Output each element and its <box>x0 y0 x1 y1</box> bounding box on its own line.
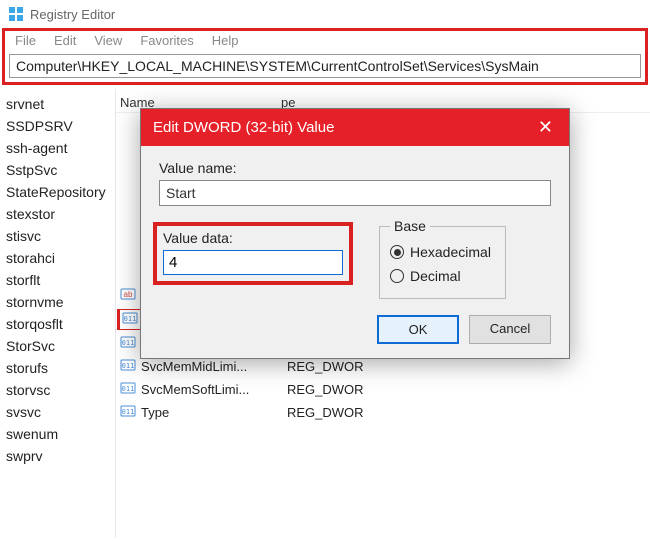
value-data-field[interactable] <box>163 250 343 275</box>
value-name-text: SvcMemSoftLimi... <box>141 382 249 397</box>
dialog-title: Edit DWORD (32-bit) Value <box>153 119 334 136</box>
dword-icon: 011 <box>120 403 136 422</box>
value-type-cell: REG_DWOR <box>287 405 377 420</box>
tree-item[interactable]: srvnet <box>6 93 109 115</box>
close-icon[interactable]: ✕ <box>534 117 557 138</box>
value-name-cell: 011 SvcMemSoftLimi... <box>116 380 281 399</box>
value-name-label: Value name: <box>159 160 551 176</box>
radio-hex[interactable]: Hexadecimal <box>390 240 491 264</box>
ok-button[interactable]: OK <box>377 315 459 344</box>
radio-dec[interactable]: Decimal <box>390 264 491 288</box>
tree-item[interactable]: ssh-agent <box>6 137 109 159</box>
svg-text:011: 011 <box>122 362 135 370</box>
svg-text:011: 011 <box>122 385 135 393</box>
radio-hex-label: Hexadecimal <box>410 244 491 260</box>
value-name-cell: 011 Type <box>116 403 281 422</box>
tree-item[interactable]: stexstor <box>6 203 109 225</box>
tree-item[interactable]: storufs <box>6 357 109 379</box>
dialog-titlebar[interactable]: Edit DWORD (32-bit) Value ✕ <box>141 109 569 146</box>
dword-icon: 011 <box>120 334 136 353</box>
tree-item[interactable]: swenum <box>6 423 109 445</box>
value-name-text: Type <box>141 405 169 420</box>
tree-item[interactable]: SstpSvc <box>6 159 109 181</box>
value-name-text: SvcMemMidLimi... <box>141 359 247 374</box>
dword-icon: 011 <box>122 310 138 329</box>
menu-edit[interactable]: Edit <box>52 33 78 48</box>
value-row[interactable]: 011 SvcMemSoftLimi... REG_DWOR <box>116 378 650 401</box>
tree-item[interactable]: stisvc <box>6 225 109 247</box>
value-type-cell: REG_DWOR <box>287 359 377 374</box>
tree-item[interactable]: StateRepository <box>6 181 109 203</box>
menubar: File Edit View Favorites Help <box>2 28 648 52</box>
tree-item[interactable]: storflt <box>6 269 109 291</box>
menu-favorites[interactable]: Favorites <box>138 33 195 48</box>
base-label: Base <box>390 218 430 234</box>
tree-item[interactable]: swprv <box>6 445 109 467</box>
radio-hex-input[interactable] <box>390 245 404 259</box>
value-name-field[interactable]: Start <box>159 180 551 206</box>
regedit-icon <box>8 6 24 22</box>
value-name-cell: 011 SvcMemMidLimi... <box>116 357 281 376</box>
window-titlebar: Registry Editor <box>0 0 650 28</box>
menu-file[interactable]: File <box>13 33 38 48</box>
edit-dword-dialog: Edit DWORD (32-bit) Value ✕ Value name: … <box>140 108 570 359</box>
string-icon: ab <box>120 286 136 305</box>
svg-text:011: 011 <box>124 315 137 323</box>
tree-item[interactable]: storahci <box>6 247 109 269</box>
base-group: Base Hexadecimal Decimal <box>379 218 506 299</box>
tree-item[interactable]: stornvme <box>6 291 109 313</box>
tree-item[interactable]: storvsc <box>6 379 109 401</box>
address-bar[interactable]: Computer\HKEY_LOCAL_MACHINE\SYSTEM\Curre… <box>9 54 641 78</box>
menu-view[interactable]: View <box>92 33 124 48</box>
tree-item[interactable]: SSDPSRV <box>6 115 109 137</box>
tree-item[interactable]: StorSvc <box>6 335 109 357</box>
dword-icon: 011 <box>120 357 136 376</box>
svg-text:011: 011 <box>122 408 135 416</box>
radio-dec-input[interactable] <box>390 269 404 283</box>
tree-pane[interactable]: srvnetSSDPSRVssh-agentSstpSvcStateReposi… <box>0 89 115 538</box>
tree-item[interactable]: svsvc <box>6 401 109 423</box>
value-data-highlight: Value data: <box>153 222 353 285</box>
tree-item[interactable]: storqosflt <box>6 313 109 335</box>
value-row[interactable]: 011 Type REG_DWOR <box>116 401 650 424</box>
cancel-button[interactable]: Cancel <box>469 315 551 344</box>
value-data-label: Value data: <box>163 230 343 246</box>
menu-help[interactable]: Help <box>210 33 241 48</box>
addressbar-container: Computer\HKEY_LOCAL_MACHINE\SYSTEM\Curre… <box>2 52 648 85</box>
radio-dec-label: Decimal <box>410 268 461 284</box>
svg-text:011: 011 <box>122 339 135 347</box>
dword-icon: 011 <box>120 380 136 399</box>
window-title: Registry Editor <box>30 7 115 22</box>
value-type-cell: REG_DWOR <box>287 382 377 397</box>
svg-text:ab: ab <box>124 290 133 299</box>
